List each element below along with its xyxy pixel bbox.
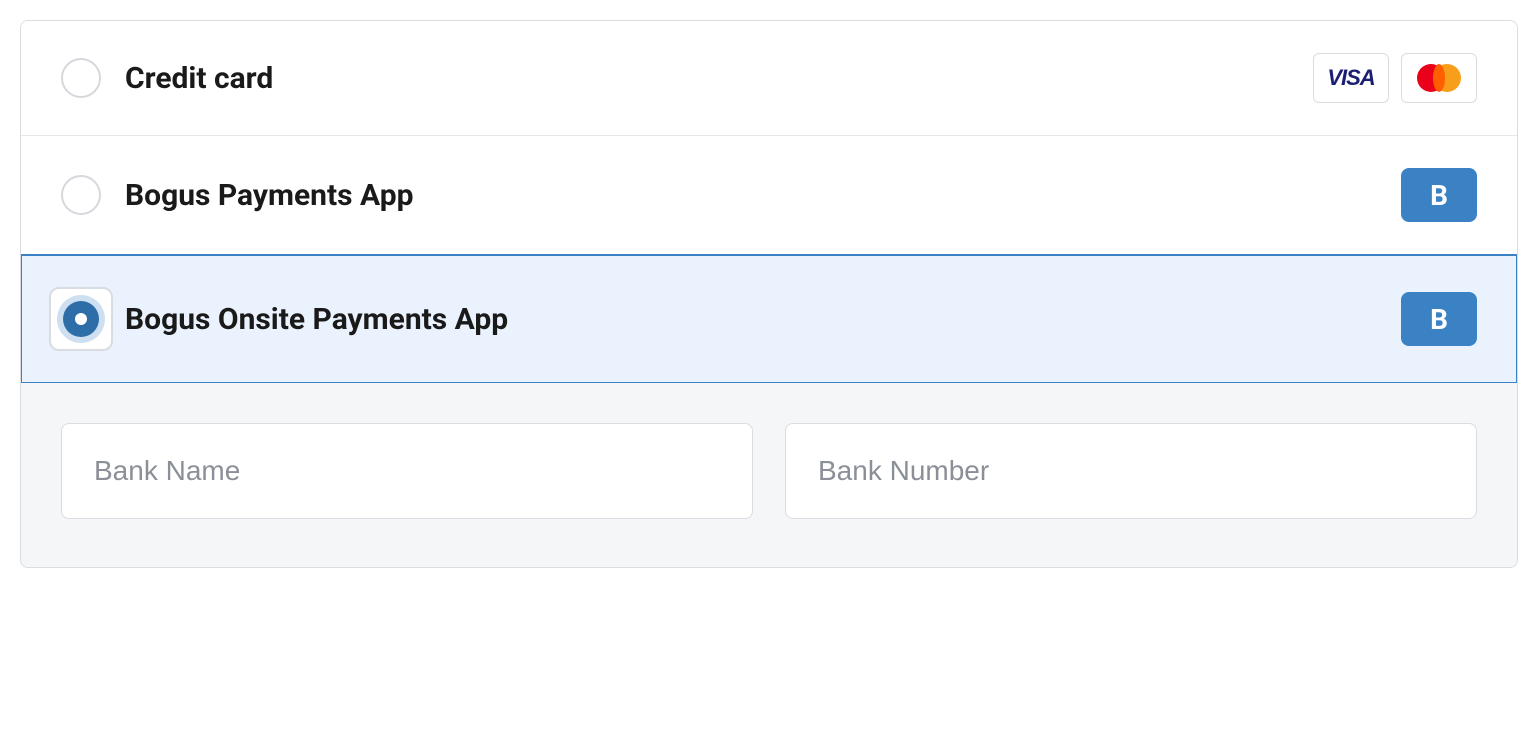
payment-option-bogus-payments[interactable]: Bogus Payments App B — [21, 136, 1517, 255]
mastercard-icon — [1401, 53, 1477, 103]
bogus-badge-icon: B — [1401, 292, 1477, 346]
bogus-payments-badges: B — [1401, 168, 1477, 222]
credit-card-badges: VISA — [1313, 53, 1477, 103]
bank-number-input[interactable] — [785, 423, 1477, 519]
payment-method-selector: Credit card VISA Bogus Payments App B — [20, 20, 1518, 568]
bogus-onsite-label: Bogus Onsite Payments App — [125, 302, 1401, 337]
radio-bogus-payments[interactable] — [61, 175, 101, 215]
radio-bogus-onsite[interactable] — [49, 287, 113, 351]
bogus-badge-icon: B — [1401, 168, 1477, 222]
payment-option-credit-card[interactable]: Credit card VISA — [21, 21, 1517, 136]
credit-card-label: Credit card — [125, 61, 1313, 96]
radio-checked-icon — [57, 295, 105, 343]
bogus-onsite-badges: B — [1401, 292, 1477, 346]
radio-unchecked-icon — [61, 175, 101, 215]
payment-option-bogus-onsite[interactable]: Bogus Onsite Payments App B — [20, 254, 1518, 384]
bogus-payments-label: Bogus Payments App — [125, 178, 1401, 213]
visa-icon: VISA — [1313, 53, 1389, 103]
onsite-payment-form — [21, 383, 1517, 567]
radio-credit-card[interactable] — [61, 58, 101, 98]
radio-unchecked-icon — [61, 58, 101, 98]
bank-name-input[interactable] — [61, 423, 753, 519]
